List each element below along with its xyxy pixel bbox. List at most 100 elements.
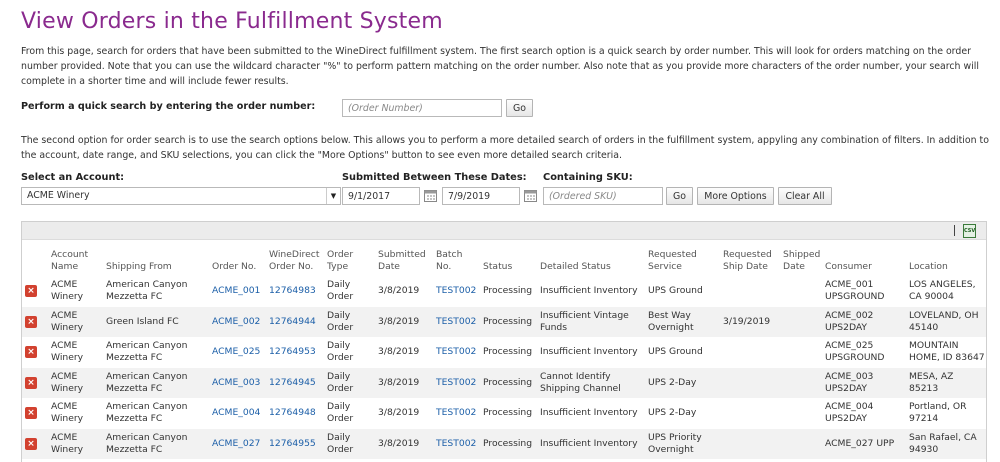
order-number-link[interactable]: ACME_003: [212, 377, 260, 388]
order-number-link-cell: ACME_001: [209, 276, 266, 307]
account-name-cell: ACME Winery: [48, 367, 103, 398]
end-date-input[interactable]: [442, 187, 520, 205]
batch-number-link[interactable]: TEST002: [436, 316, 476, 327]
calendar-icon[interactable]: [424, 189, 437, 202]
detailed-status-cell: Insufficient Inventory: [537, 428, 645, 459]
winedirect-order-link[interactable]: 12764953: [269, 346, 316, 357]
requested-service: UPS Ground: [648, 285, 703, 297]
delete-cell: ×: [22, 398, 48, 429]
column-header: Account Name: [51, 249, 89, 272]
consumer-location-cell: MOUNTAIN HOME, ID 83647: [906, 337, 986, 368]
winedirect-order-link[interactable]: 12764945: [269, 377, 316, 388]
requested-service-cell: UPS Ground: [645, 337, 720, 368]
shipping-from: American Canyon Mezzetta FC: [106, 279, 188, 303]
sku-input[interactable]: [543, 187, 663, 205]
order-number-link[interactable]: ACME_004: [212, 407, 260, 418]
filter-go-button[interactable]: Go: [666, 187, 693, 205]
order-number-link[interactable]: ACME_001: [212, 285, 260, 296]
table-row[interactable]: × ACME Winery American Canyon Mezzetta FC A…: [22, 276, 986, 307]
order-status: Processing: [483, 285, 533, 297]
winedirect-order-link-cell: 12764955: [266, 428, 324, 459]
batch-number-link[interactable]: TEST002: [436, 285, 476, 296]
shipping-from-cell: American Canyon Mezzetta FC: [103, 337, 209, 368]
batch-number-link[interactable]: TEST002: [436, 346, 476, 357]
order-type-cell: Daily Order: [324, 428, 375, 459]
column-header: Status: [483, 261, 513, 272]
submitted-date: 3/8/2019: [378, 285, 420, 297]
more-options-button[interactable]: More Options: [697, 187, 774, 205]
consumer-location-cell: MESA, AZ 85213: [906, 367, 986, 398]
toolbar-separator: [954, 225, 955, 236]
shipped-date-cell: [780, 367, 822, 398]
order-status-cell: Processing: [480, 428, 537, 459]
requested-service-cell: UPS 2-Day: [645, 398, 720, 429]
order-status-cell: Processing: [480, 337, 537, 368]
table-row[interactable]: × ACME Winery American Canyon Mezzetta FC A…: [22, 428, 986, 459]
delete-cell: ×: [22, 367, 48, 398]
delete-icon[interactable]: ×: [25, 346, 37, 359]
consumer-location: Portland, OR 97214: [909, 401, 967, 425]
consumer-location: San Rafael, CA 94930: [909, 431, 977, 455]
detailed-status: Cannot Identify Shipping Channel: [540, 370, 621, 394]
detailed-status: Insufficient Inventory: [540, 407, 638, 419]
start-date-input[interactable]: [342, 187, 420, 205]
batch-number-link[interactable]: TEST002: [436, 407, 476, 418]
dates-label: Submitted Between These Dates:: [342, 172, 527, 183]
requested-service: UPS Ground: [648, 346, 703, 358]
shipping-from-cell: American Canyon Mezzetta FC: [103, 367, 209, 398]
shipped-date-cell: [780, 337, 822, 368]
column-header: Shipped Date: [783, 249, 821, 272]
consumer-name-cell: ACME_004 UPS2DAY: [822, 398, 906, 429]
order-number-link[interactable]: ACME_025: [212, 346, 260, 357]
order-number-link-cell: ACME_027: [209, 428, 266, 459]
winedirect-order-link[interactable]: 12764948: [269, 407, 316, 418]
table-row[interactable]: × ACME Winery American Canyon Mezzetta FC A…: [22, 398, 986, 429]
clear-all-button[interactable]: Clear All: [778, 187, 832, 205]
batch-number-link[interactable]: TEST002: [436, 377, 476, 388]
batch-number-link-cell: TEST002: [433, 337, 480, 368]
batch-number-link[interactable]: TEST002: [436, 438, 476, 449]
order-status-cell: Processing: [480, 306, 537, 337]
table-row[interactable]: × ACME Winery American Canyon Mezzetta FC A…: [22, 367, 986, 398]
batch-number-link-cell: TEST002: [433, 367, 480, 398]
consumer-location-cell: LOS ANGELES, CA 90004: [906, 276, 986, 307]
delete-icon[interactable]: ×: [25, 285, 37, 298]
requested-ship-date: 3/19/2019: [723, 315, 771, 327]
submitted-date-cell: 3/8/2019: [375, 276, 433, 307]
delete-icon[interactable]: ×: [25, 437, 37, 450]
requested-service-cell: Best Way Overnight: [645, 306, 720, 337]
order-number-link[interactable]: ACME_002: [212, 316, 260, 327]
orders-page: View Orders in the Fulfillment System Fr…: [0, 0, 1000, 462]
winedirect-order-link[interactable]: 12764944: [269, 316, 316, 327]
delete-icon[interactable]: ×: [25, 376, 37, 389]
account-select[interactable]: ACME Winery ▼: [21, 187, 341, 205]
order-type: Daily Order: [327, 309, 354, 333]
winedirect-order-link[interactable]: 12764955: [269, 438, 316, 449]
order-type: Daily Order: [327, 370, 354, 394]
order-number-link[interactable]: ACME_027: [212, 438, 260, 449]
shipping-from: American Canyon Mezzetta FC: [106, 370, 188, 394]
delete-cell: ×: [22, 428, 48, 459]
table-row[interactable]: × ACME Winery Green Island FC ACME_002 12764…: [22, 306, 986, 337]
delete-icon[interactable]: ×: [25, 315, 37, 328]
table-header-row: Account Name Shipping From Order No. WineDi…: [22, 240, 986, 276]
delete-icon[interactable]: ×: [25, 407, 37, 420]
account-name-cell: ACME Winery: [48, 276, 103, 307]
requested-ship-date-cell: [720, 428, 780, 459]
order-type-cell: Daily Order: [324, 398, 375, 429]
consumer-name: ACME_027 UPP: [825, 437, 895, 449]
calendar-icon[interactable]: [524, 189, 537, 202]
quick-search-go-button[interactable]: Go: [506, 99, 533, 117]
order-number-input[interactable]: [342, 99, 502, 117]
winedirect-order-link[interactable]: 12764983: [269, 285, 316, 296]
order-status: Processing: [483, 376, 533, 388]
csv-export-icon[interactable]: CSV: [963, 224, 976, 238]
shipping-from-cell: American Canyon Mezzetta FC: [103, 276, 209, 307]
chevron-down-icon[interactable]: ▼: [326, 188, 340, 204]
order-type-cell: Daily Order: [324, 306, 375, 337]
table-row[interactable]: × ACME Winery American Canyon Mezzetta FC A…: [22, 337, 986, 368]
account-name: ACME Winery: [51, 401, 84, 425]
column-header: Consumer: [825, 261, 872, 272]
shipping-from: American Canyon Mezzetta FC: [106, 401, 188, 425]
order-type-cell: Daily Order: [324, 367, 375, 398]
